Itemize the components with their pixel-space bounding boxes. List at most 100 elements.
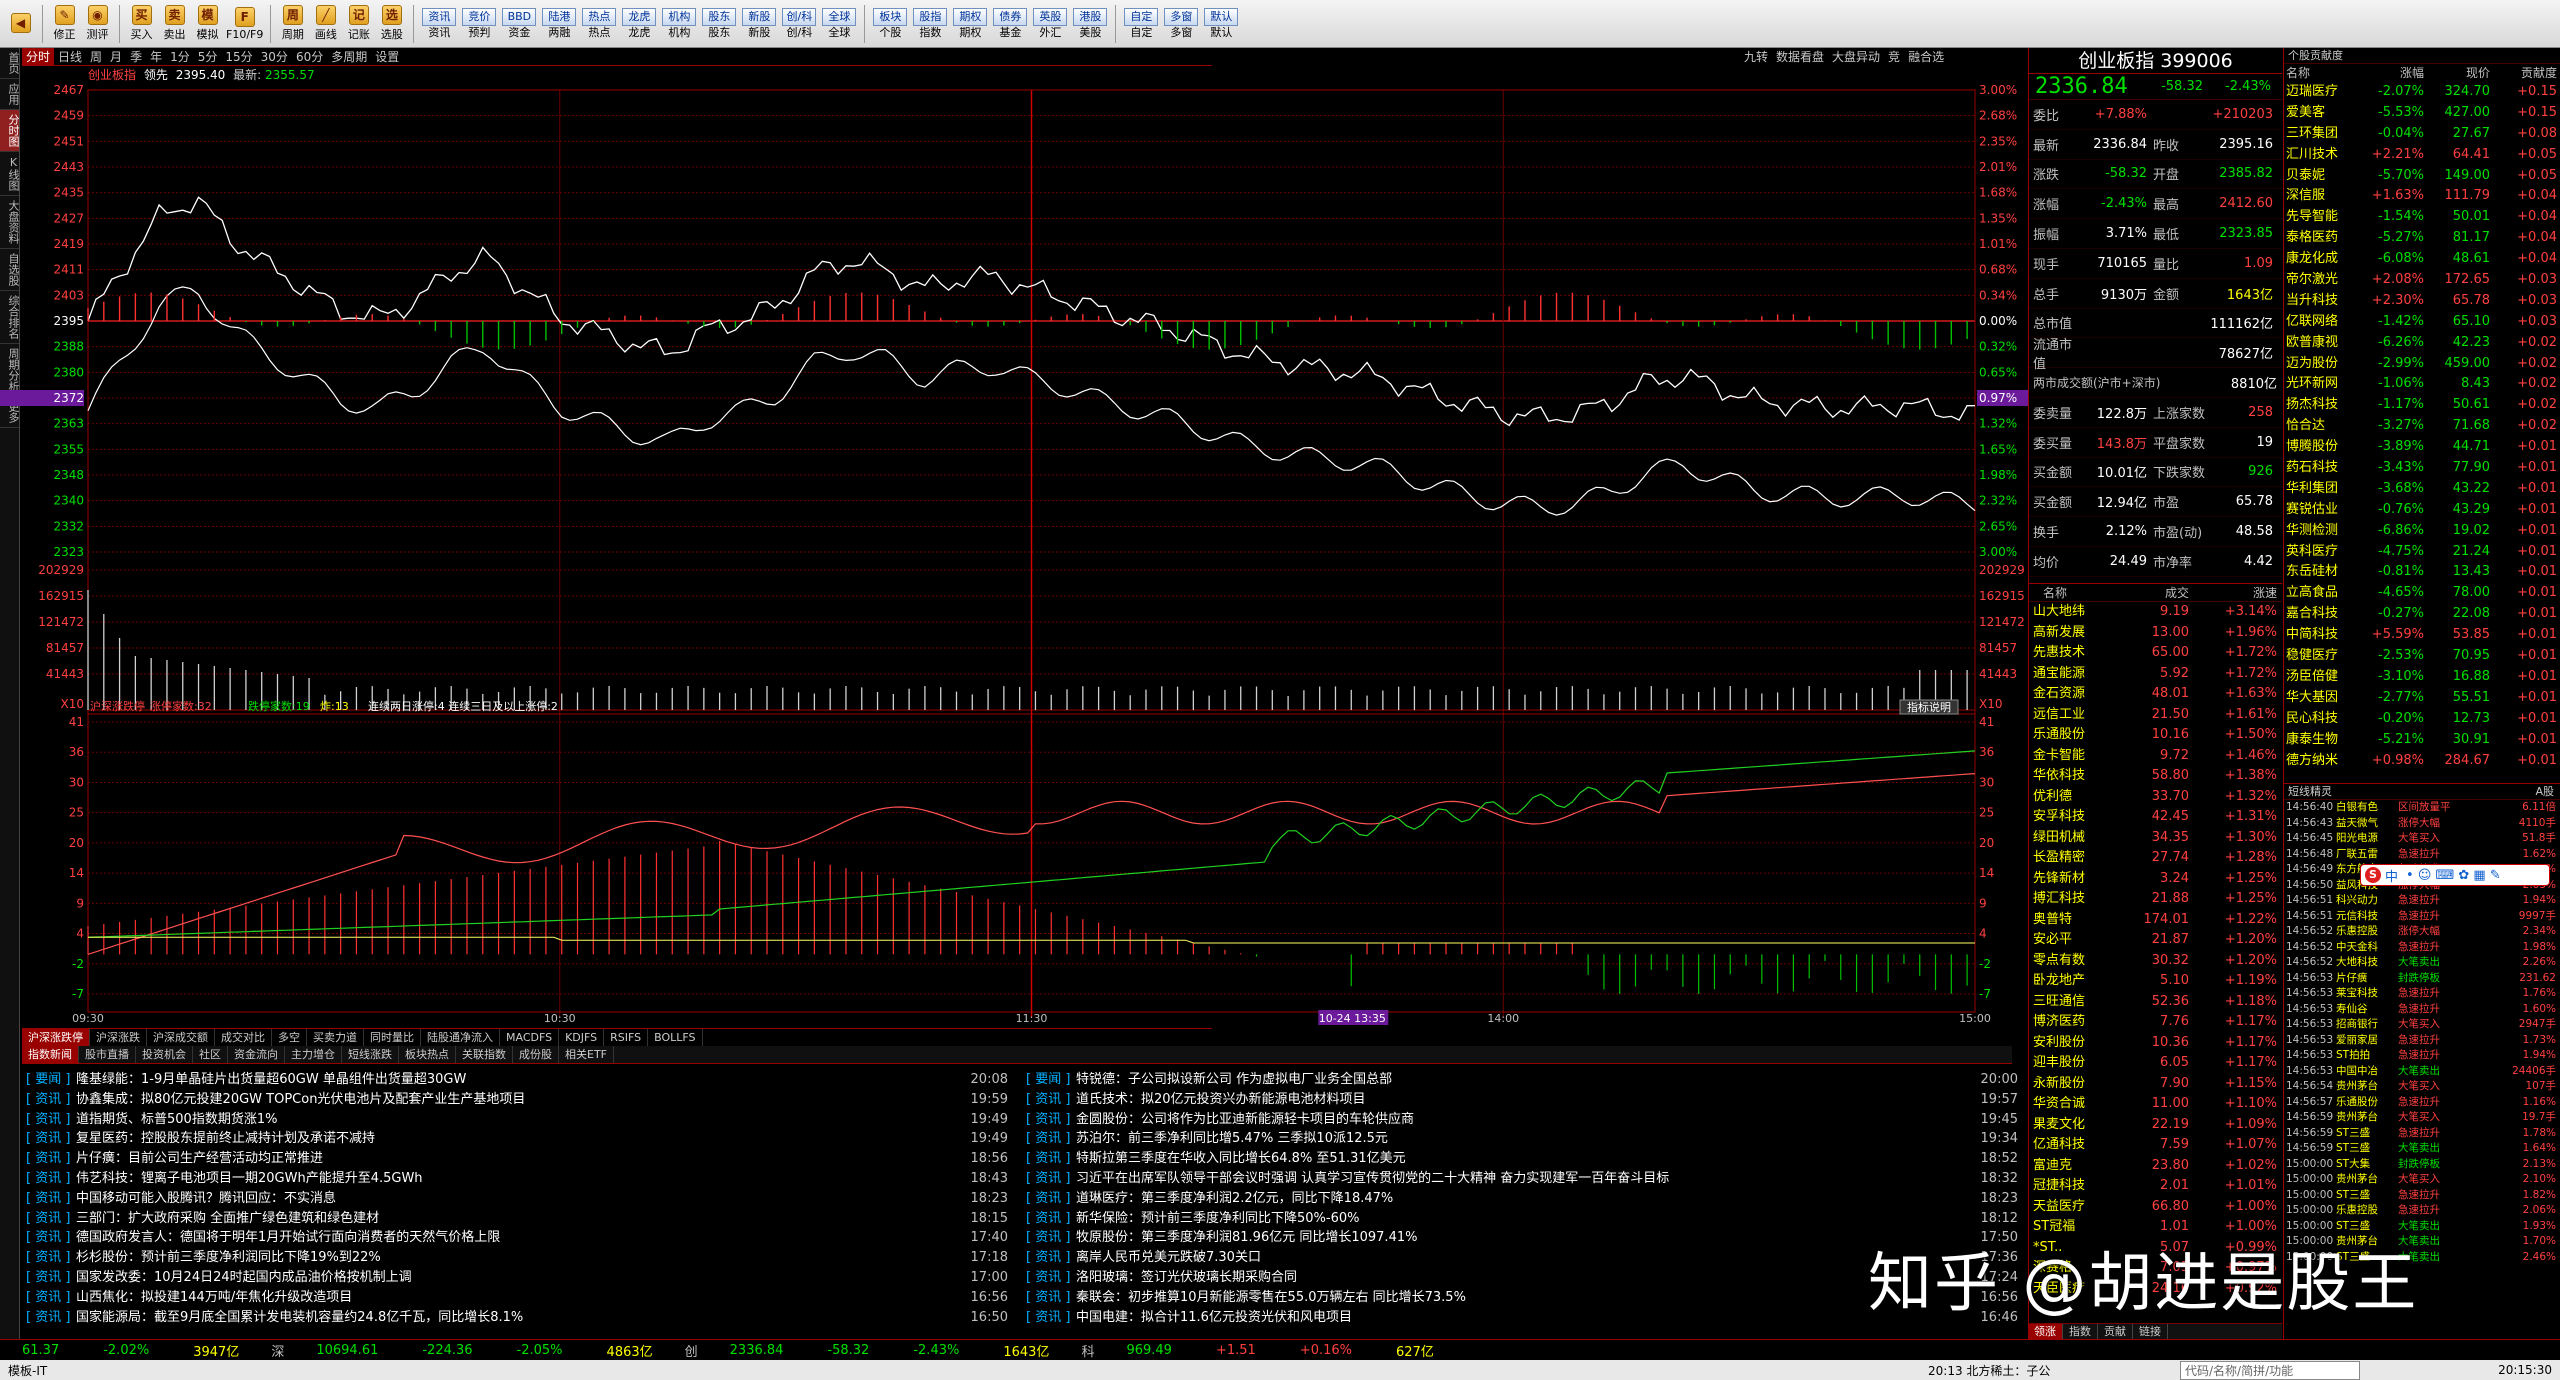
news-tab[interactable]: 板块热点 bbox=[399, 1046, 456, 1063]
toolbar-sim-button[interactable]: 模模拟 bbox=[191, 2, 224, 46]
gainer-row[interactable]: 高新发展 13.00 +1.96% bbox=[2029, 623, 2282, 644]
news-headline[interactable]: 中国电建：拟合计11.6亿元投资光伏和风电项目 bbox=[1076, 1308, 1964, 1328]
gainer-row[interactable]: 乐通股份 10.16 +1.50% bbox=[2029, 725, 2282, 746]
news-headline[interactable]: 道氏技术：拟20亿元投资兴办新能源电池材料项目 bbox=[1076, 1090, 1964, 1110]
chart-tab[interactable]: 60分 bbox=[292, 48, 327, 65]
toolbar-square-button[interactable]: 债券 基金 bbox=[992, 3, 1028, 45]
contribution-row[interactable]: 稳健医疗 -2.53% 70.95 +0.01 bbox=[2284, 646, 2560, 667]
flash-row[interactable]: 14:56:48 厂联五雷 急速拉升 1.62% bbox=[2284, 847, 2560, 863]
news-item[interactable]: [ 资讯 ] 特斯拉第三季度在华收入同比增长64.8% 至51.31亿美元 18:5… bbox=[1022, 1149, 2022, 1169]
indicator-tab[interactable]: 沪深成交额 bbox=[147, 1029, 215, 1046]
news-item[interactable]: [ 资讯 ] 金圆股份：公司将作为比亚迪新能源轻卡项目的车轮供应商 19:45 bbox=[1022, 1110, 2022, 1130]
gainer-row[interactable]: 长盈精密 27.74 +1.28% bbox=[2029, 848, 2282, 869]
gainer-row[interactable]: 冠捷科技 2.01 +1.01% bbox=[2029, 1176, 2282, 1197]
toolbar-back-arrow-button[interactable]: ◀ bbox=[4, 2, 37, 46]
news-item[interactable]: [ 资讯 ] 新华保险：预计前三季度净利同比下降50%-60% 18:12 bbox=[1022, 1209, 2022, 1229]
chart-tab[interactable]: 日线 bbox=[54, 48, 86, 65]
contribution-row[interactable]: 光环新网 -1.06% 8.43 +0.02 bbox=[2284, 374, 2560, 395]
gainer-row[interactable]: 远信工业 21.50 +1.61% bbox=[2029, 705, 2282, 726]
news-headline[interactable]: 离岸人民币兑美元跌破7.30关口 bbox=[1076, 1248, 1964, 1268]
toolbar-square-button[interactable]: 自定 自定 bbox=[1123, 3, 1159, 45]
contribution-row[interactable]: 立高食品 -4.65% 78.00 +0.01 bbox=[2284, 583, 2560, 604]
news-tab[interactable]: 资金流向 bbox=[228, 1046, 285, 1063]
gainers-tab[interactable]: 指数 bbox=[2063, 1324, 2098, 1339]
news-headline[interactable]: 国家能源局：截至9月底全国累计发电装机容量约24.8亿千瓦，同比增长8.1% bbox=[76, 1308, 954, 1328]
chart-tool-tab[interactable]: 数据看盘 bbox=[1772, 48, 1828, 66]
gainer-row[interactable]: 优利德 33.70 +1.32% bbox=[2029, 787, 2282, 808]
news-item[interactable]: [ 资讯 ] 伟艺科技：锂离子电池项目一期20GWh产能提升至4.5GWh 18:4… bbox=[22, 1169, 1012, 1189]
gainers-tab[interactable]: 领涨 bbox=[2028, 1324, 2063, 1339]
gainer-row[interactable]: 华资合诚 11.00 +1.10% bbox=[2029, 1094, 2282, 1115]
toolbar-draw-line-button[interactable]: ╱ 画线 bbox=[309, 2, 342, 46]
toolbar-square-button[interactable]: 创/科 创/科 bbox=[781, 3, 817, 45]
toolbar-square-button[interactable]: 资讯 资讯 bbox=[421, 3, 457, 45]
toolbar-square-button[interactable]: 默认 默认 bbox=[1203, 3, 1239, 45]
flash-row[interactable]: 14:56:59 ST三盛 大笔卖出 1.64% bbox=[2284, 1141, 2560, 1157]
ime-tools-icon[interactable]: • ☺ ⌨ ✿ ▦ ✎ bbox=[2406, 868, 2501, 883]
flash-row[interactable]: 14:56:53 莱宝科技 急速拉升 1.76% bbox=[2284, 986, 2560, 1002]
news-headline[interactable]: 山西焦化：拟投建144万吨/年焦化升级改造项目 bbox=[76, 1288, 954, 1308]
flash-row[interactable]: 14:56:54 贵州茅台 大笔买入 107手 bbox=[2284, 1079, 2560, 1095]
gainers-tab[interactable]: 贡献 bbox=[2098, 1324, 2133, 1339]
flash-row[interactable]: 15:00:00 ST三盛 急速拉升 1.82% bbox=[2284, 1188, 2560, 1204]
flash-row[interactable]: 14:56:52 乐惠控股 涨停大幅 2.34% bbox=[2284, 924, 2560, 940]
gainer-row[interactable]: 绿田机械 34.35 +1.30% bbox=[2029, 828, 2282, 849]
news-headline[interactable]: 金圆股份：公司将作为比亚迪新能源轻卡项目的车轮供应商 bbox=[1076, 1110, 1964, 1130]
indicator-tab[interactable]: 成交对比 bbox=[215, 1029, 272, 1046]
intraday-chart[interactable]: 2467 3.00% 2459 2.68% 2451 2.35% 2443 2.01% 2435… bbox=[0, 82, 2028, 1028]
toolbar-buy-button[interactable]: 买买入 bbox=[125, 2, 158, 46]
gainers-tab[interactable]: 链接 bbox=[2133, 1324, 2168, 1339]
gainer-row[interactable]: 金石资源 48.01 +1.63% bbox=[2029, 684, 2282, 705]
news-item[interactable]: [ 资讯 ] 道琳医疗：第三季度净利润2.2亿元，同比下降18.47% 18:23 bbox=[1022, 1189, 2022, 1209]
toolbar-square-button[interactable]: 龙虎 龙虎 bbox=[621, 3, 657, 45]
news-headline[interactable]: 隆基绿能：1-9月单晶硅片出货量超60GW 单晶组件出货量超30GW bbox=[76, 1070, 954, 1090]
toolbar-sell-button[interactable]: 卖卖出 bbox=[158, 2, 191, 46]
toolbar-square-button[interactable]: 多窗 多窗 bbox=[1163, 3, 1199, 45]
toolbar-square-button[interactable]: 竞价 预判 bbox=[461, 3, 497, 45]
news-headline[interactable]: 习近平在出席军队领导干部会议时强调 认真学习宣传贯彻党的二十大精神 奋力实现建军… bbox=[1076, 1169, 1964, 1189]
toolbar-square-button[interactable]: 英股 外汇 bbox=[1032, 3, 1068, 45]
contribution-row[interactable]: 东岳硅材 -0.81% 13.43 +0.01 bbox=[2284, 562, 2560, 583]
gainer-row[interactable]: 卧龙地产 5.10 +1.19% bbox=[2029, 971, 2282, 992]
gainer-row[interactable]: 安孚科技 42.45 +1.31% bbox=[2029, 807, 2282, 828]
flash-row[interactable]: 14:56:52 大地科技 大笔卖出 2.26% bbox=[2284, 955, 2560, 971]
news-item[interactable]: [ 资讯 ] 国家发改委：10月24日24时起国内成品油价格按机制上调 17:00 bbox=[22, 1268, 1012, 1288]
news-headline[interactable]: 新华保险：预计前三季度净利同比下降50%-60% bbox=[1076, 1209, 1964, 1229]
news-item[interactable]: [ 资讯 ] 苏泊尔：前三季净利同比增5.47% 三季拟10派12.5元 19:34 bbox=[1022, 1129, 2022, 1149]
contribution-row[interactable]: 亿联网络 -1.42% 65.10 +0.03 bbox=[2284, 312, 2560, 333]
contribution-row[interactable]: 泰格医药 -5.27% 81.17 +0.04 bbox=[2284, 228, 2560, 249]
gainers-col-price[interactable]: 成交 bbox=[2109, 584, 2189, 601]
chart-tab[interactable]: 月 bbox=[106, 48, 126, 65]
flash-row[interactable]: 14:56:53 ST拍拍 急速拉升 1.94% bbox=[2284, 1048, 2560, 1064]
contribution-row[interactable]: 帝尔激光 +2.08% 172.65 +0.03 bbox=[2284, 270, 2560, 291]
gainer-row[interactable]: 博济医药 7.76 +1.17% bbox=[2029, 1012, 2282, 1033]
news-headline[interactable]: 三部门：扩大政府采购 全面推广绿色建筑和绿色建材 bbox=[76, 1209, 954, 1229]
toolbar-square-button[interactable]: 机构 机构 bbox=[661, 3, 697, 45]
chart-tab[interactable]: 30分 bbox=[257, 48, 292, 65]
indicator-tab[interactable]: BOLLFS bbox=[648, 1029, 703, 1046]
news-item[interactable]: [ 资讯 ] 习近平在出席军队领导干部会议时强调 认真学习宣传贯彻党的二十大精神 … bbox=[1022, 1169, 2022, 1189]
flash-row[interactable]: 14:56:59 ST三盛 急速拉升 1.78% bbox=[2284, 1126, 2560, 1142]
contribution-row[interactable]: 扬杰科技 -1.17% 50.61 +0.02 bbox=[2284, 395, 2560, 416]
gainers-col-speed[interactable]: 涨速 bbox=[2189, 584, 2277, 601]
news-headline[interactable]: 协鑫集成：拟80亿元投建20GW TOPCon光伏电池片及配套产业生产基地项目 bbox=[76, 1090, 954, 1110]
news-item[interactable]: [ 资讯 ] 国家能源局：截至9月底全国累计发电装机容量约24.8亿千瓦，同比增长… bbox=[22, 1308, 1012, 1328]
template-label[interactable]: 模板-IT bbox=[0, 1362, 80, 1379]
gainer-row[interactable]: 三旺通信 52.36 +1.18% bbox=[2029, 992, 2282, 1013]
contribution-row[interactable]: 药石科技 -3.43% 77.90 +0.01 bbox=[2284, 458, 2560, 479]
contribution-row[interactable]: 嘉合科技 -0.27% 22.08 +0.01 bbox=[2284, 604, 2560, 625]
flash-row[interactable]: 14:56:51 元信科技 急速拉升 9997手 bbox=[2284, 909, 2560, 925]
news-headline[interactable]: 道指期货、标普500指数期货涨1% bbox=[76, 1110, 954, 1130]
contrib-col-name[interactable]: 名称 bbox=[2284, 64, 2358, 82]
flash-row[interactable]: 14:56:53 寿仙谷 急速拉升 1.60% bbox=[2284, 1002, 2560, 1018]
ime-mode[interactable]: 中 bbox=[2385, 866, 2398, 885]
toolbar-square-button[interactable]: BBD 资金 bbox=[501, 3, 537, 45]
news-item[interactable]: [ 资讯 ] 中国移动可能入股腾讯？腾讯回应：不实消息 18:23 bbox=[22, 1189, 1012, 1209]
gainer-row[interactable]: 安必平 21.87 +1.20% bbox=[2029, 930, 2282, 951]
gainer-row[interactable]: 金卡智能 9.72 +1.46% bbox=[2029, 746, 2282, 767]
contribution-row[interactable]: 贝泰妮 -5.70% 149.00 +0.05 bbox=[2284, 166, 2560, 187]
news-tab[interactable]: 主力增仓 bbox=[285, 1046, 342, 1063]
chart-tab[interactable]: 多周期 bbox=[327, 48, 371, 65]
news-headline[interactable]: 特斯拉第三季度在华收入同比增长64.8% 至51.31亿美元 bbox=[1076, 1149, 1964, 1169]
news-tab[interactable]: 短线涨跌 bbox=[342, 1046, 399, 1063]
